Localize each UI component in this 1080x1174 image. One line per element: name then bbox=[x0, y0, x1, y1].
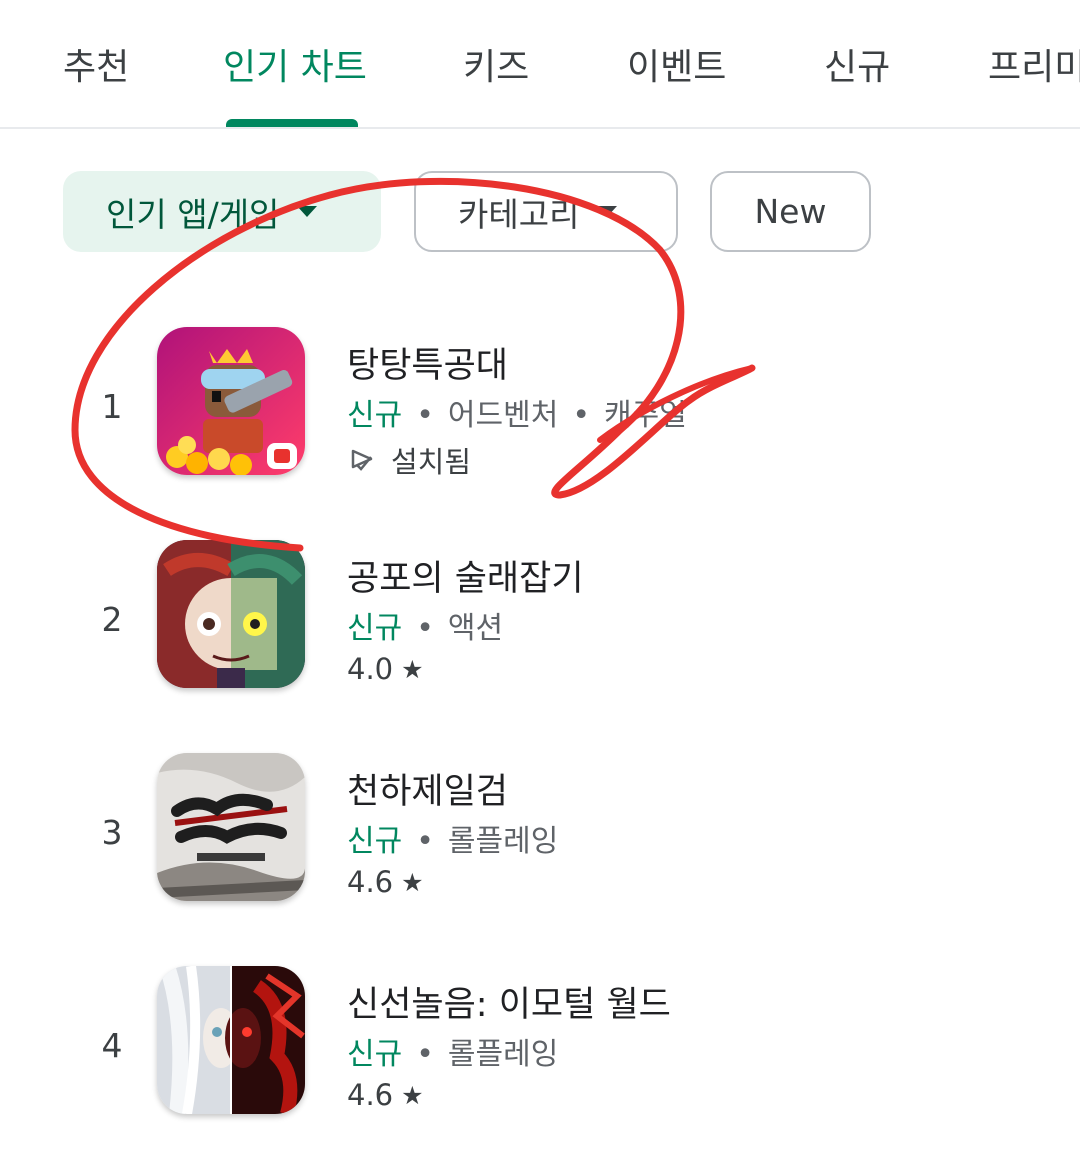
app-meta: 신규 • 액션 bbox=[347, 603, 503, 647]
app-list-item[interactable]: 1 탕탕특공대 신규 • 어드벤처 • 캐주얼 설치됨 bbox=[0, 327, 1080, 479]
genre: 롤플레잉 bbox=[447, 1037, 559, 1072]
top-apps-games-chip[interactable]: 인기 앱/게임 bbox=[63, 171, 381, 252]
genre: 캐주얼 bbox=[604, 398, 687, 433]
app-title: 신선놀음: 이모털 월드 bbox=[347, 985, 671, 1025]
install-status-label: 설치됨 bbox=[391, 445, 472, 479]
new-tag: 신규 bbox=[347, 398, 403, 433]
active-tab-indicator bbox=[226, 119, 358, 127]
separator-dot: • bbox=[572, 398, 591, 433]
app-list-item[interactable]: 2 공포의 술래잡기 신규 • 액션 4.0 ★ bbox=[0, 540, 1080, 690]
app-meta: 신규 • 롤플레잉 bbox=[347, 816, 558, 860]
new-tag: 신규 bbox=[347, 611, 403, 646]
chip-label: 카테고리 bbox=[458, 194, 580, 234]
app-icon-horror-tag bbox=[157, 540, 305, 688]
app-meta: 신규 • 어드벤처 • 캐주얼 bbox=[347, 390, 687, 434]
tab-events[interactable]: 이벤트 bbox=[627, 38, 726, 90]
tab-new[interactable]: 신규 bbox=[824, 38, 890, 90]
separator-dot: • bbox=[416, 1037, 434, 1072]
app-icon-tangtang bbox=[157, 327, 305, 475]
app-list-item[interactable]: 3 천하제일검 신규 • 롤플레잉 4.6 ★ bbox=[0, 753, 1080, 903]
app-title: 천하제일검 bbox=[347, 772, 509, 812]
app-title: 공포의 술래잡기 bbox=[347, 559, 584, 599]
genre: 롤플레잉 bbox=[447, 824, 559, 859]
chip-label: 인기 앱/게임 bbox=[106, 194, 280, 234]
genre: 어드벤처 bbox=[447, 398, 559, 433]
app-icon-cheonha bbox=[157, 753, 305, 901]
new-tag: 신규 bbox=[347, 824, 403, 859]
app-rank: 2 bbox=[101, 600, 123, 639]
rating: 4.6 ★ bbox=[347, 1078, 424, 1112]
app-icon-immortal-world bbox=[157, 966, 305, 1114]
tab-recommended[interactable]: 추천 bbox=[63, 38, 129, 90]
app-rank: 3 bbox=[101, 813, 123, 852]
tab-top-charts[interactable]: 인기 차트 bbox=[223, 38, 367, 90]
new-chip[interactable]: New bbox=[710, 171, 871, 252]
genre: 액션 bbox=[447, 611, 504, 646]
separator-dot: • bbox=[416, 824, 434, 859]
rating-value: 4.6 bbox=[347, 865, 394, 899]
star-icon: ★ bbox=[401, 654, 424, 684]
install-status: 설치됨 bbox=[347, 439, 471, 481]
dropdown-caret-icon bbox=[297, 206, 318, 217]
rating-value: 4.6 bbox=[347, 1078, 394, 1112]
app-list-item[interactable]: 4 신선놀음: 이모털 월드 신규 • 롤플레잉 4.6 ★ bbox=[0, 966, 1080, 1116]
installed-icon bbox=[351, 449, 373, 471]
category-chip[interactable]: 카테고리 bbox=[414, 171, 678, 252]
separator-dot: • bbox=[416, 398, 434, 433]
separator-dot: • bbox=[416, 611, 434, 646]
app-rank: 1 bbox=[101, 387, 123, 426]
new-tag: 신규 bbox=[347, 1037, 403, 1072]
star-icon: ★ bbox=[401, 867, 424, 897]
app-meta: 신규 • 롤플레잉 bbox=[347, 1029, 558, 1073]
app-rank: 4 bbox=[101, 1026, 123, 1065]
rating-value: 4.0 bbox=[347, 652, 394, 686]
dropdown-caret-icon bbox=[597, 206, 618, 217]
chip-label: New bbox=[754, 192, 827, 231]
star-icon: ★ bbox=[401, 1080, 424, 1110]
rating: 4.6 ★ bbox=[347, 865, 424, 899]
top-tab-bar: 추천 인기 차트 키즈 이벤트 신규 프리미 bbox=[0, 0, 1080, 129]
rating: 4.0 ★ bbox=[347, 652, 424, 686]
tab-premium[interactable]: 프리미 bbox=[988, 38, 1080, 90]
app-title: 탕탕특공대 bbox=[347, 346, 509, 386]
tab-kids[interactable]: 키즈 bbox=[463, 38, 529, 90]
